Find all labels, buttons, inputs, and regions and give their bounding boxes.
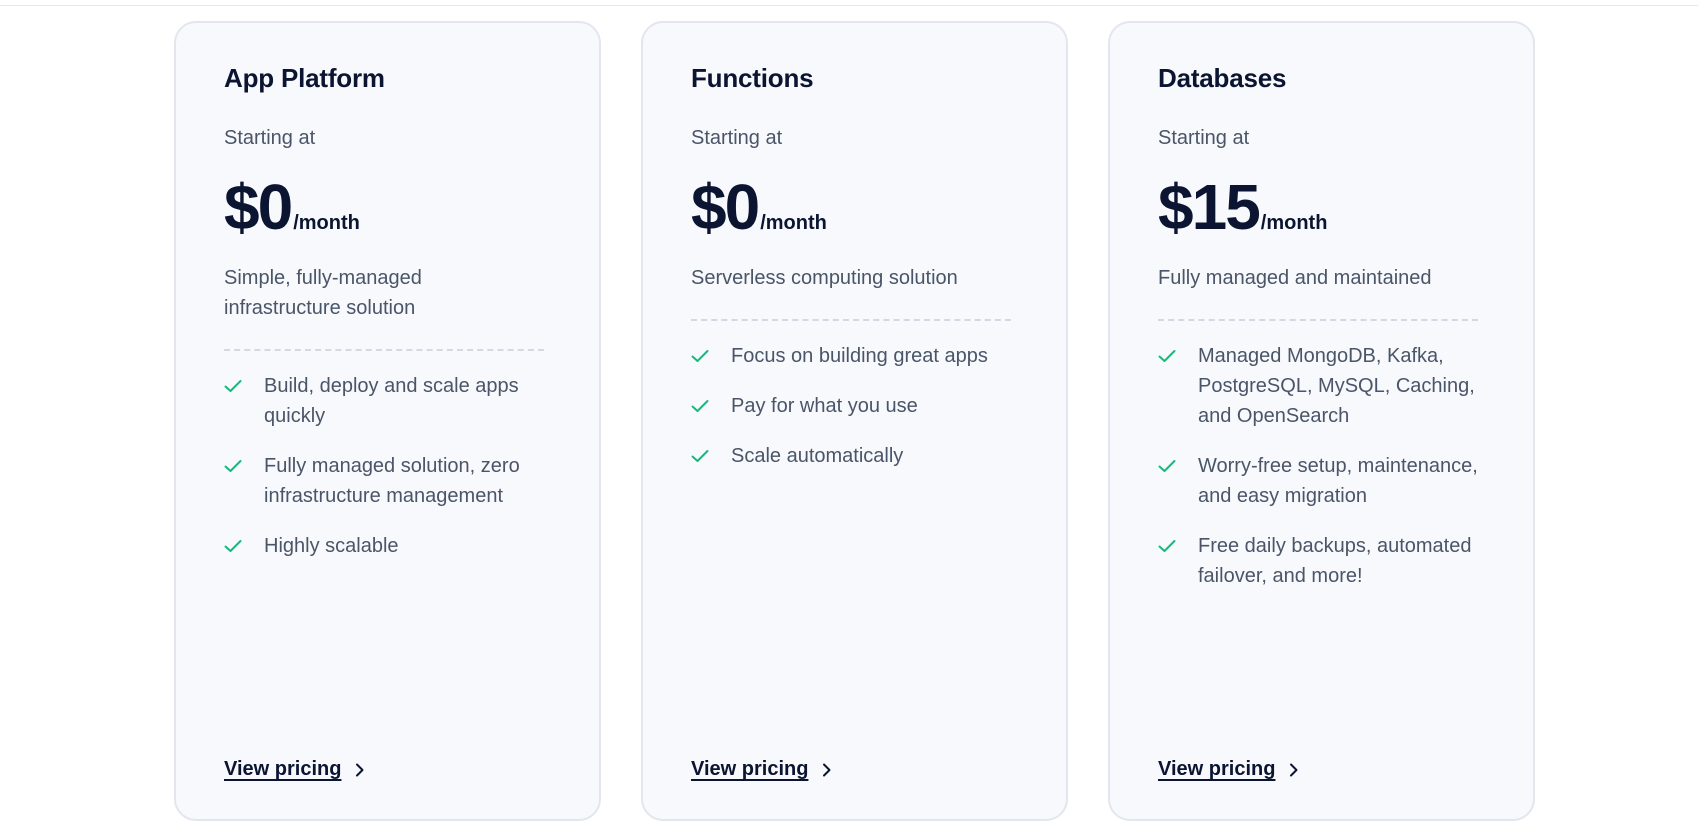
feature-list: Build, deploy and scale apps quickly Ful…: [224, 371, 551, 561]
dashed-divider: [1158, 319, 1478, 321]
feature-text: Focus on building great apps: [731, 345, 988, 367]
check-icon: [691, 391, 713, 421]
feature-text: Build, deploy and scale apps quickly: [264, 375, 519, 427]
feature-item: Focus on building great apps: [691, 341, 1018, 371]
feature-list: Focus on building great apps Pay for wha…: [691, 341, 1018, 471]
card-title: Functions: [691, 63, 814, 93]
pricing-card-app-platform: App Platform Starting at $0 /month Simpl…: [174, 21, 601, 821]
price-unit: /month: [1260, 212, 1328, 234]
starting-at-label: Starting at: [691, 127, 783, 149]
card-description: Serverless computing solution: [691, 267, 958, 289]
check-icon: [691, 441, 713, 471]
header-divider: [0, 5, 1698, 6]
price-amount: $15: [1158, 171, 1261, 243]
pricing-card-databases: Databases Starting at $15 /month Fully m…: [1108, 21, 1535, 821]
feature-text: Managed MongoDB, Kafka, PostgreSQL, MySQ…: [1198, 345, 1475, 427]
pricing-cards: App Platform Starting at $0 /month Simpl…: [174, 21, 1535, 821]
check-icon: [1158, 341, 1180, 371]
price-amount: $0: [691, 171, 760, 243]
feature-item: Scale automatically: [691, 441, 1018, 471]
dashed-divider: [691, 319, 1011, 321]
feature-item: Highly scalable: [224, 531, 551, 561]
feature-item: Fully managed solution, zero infrastruct…: [224, 451, 551, 511]
feature-text: Highly scalable: [264, 535, 399, 557]
pricing-card-functions: Functions Starting at $0 /month Serverle…: [641, 21, 1068, 821]
check-icon: [1158, 531, 1180, 561]
feature-item: Worry-free setup, maintenance, and easy …: [1158, 451, 1485, 511]
card-title: Databases: [1158, 63, 1287, 93]
feature-text: Scale automatically: [731, 445, 904, 467]
card-description: Simple, fully-managed infrastructure sol…: [224, 267, 422, 319]
check-icon: [691, 341, 713, 371]
price: $0 /month: [224, 173, 551, 241]
card-title: App Platform: [224, 63, 385, 93]
price-unit: /month: [293, 212, 360, 234]
starting-at-label: Starting at: [1158, 127, 1250, 149]
feature-text: Fully managed solution, zero infrastruct…: [264, 455, 520, 507]
check-icon: [224, 451, 246, 481]
price: $0 /month: [691, 173, 1018, 241]
price-unit: /month: [760, 212, 827, 234]
feature-text: Worry-free setup, maintenance, and easy …: [1198, 455, 1478, 507]
feature-item: Managed MongoDB, Kafka, PostgreSQL, MySQ…: [1158, 341, 1485, 431]
feature-text: Free daily backups, automated failover, …: [1198, 535, 1472, 587]
feature-text: Pay for what you use: [731, 395, 918, 417]
feature-item: Pay for what you use: [691, 391, 1018, 421]
dashed-divider: [224, 349, 544, 351]
feature-item: Free daily backups, automated failover, …: [1158, 531, 1485, 591]
check-icon: [1158, 451, 1180, 481]
price: $15 /month: [1158, 173, 1485, 241]
check-icon: [224, 531, 246, 561]
card-description: Fully managed and maintained: [1158, 267, 1432, 289]
feature-list: Managed MongoDB, Kafka, PostgreSQL, MySQ…: [1158, 341, 1485, 591]
starting-at-label: Starting at: [224, 127, 316, 149]
feature-item: Build, deploy and scale apps quickly: [224, 371, 551, 431]
check-icon: [224, 371, 246, 401]
price-amount: $0: [224, 171, 293, 243]
